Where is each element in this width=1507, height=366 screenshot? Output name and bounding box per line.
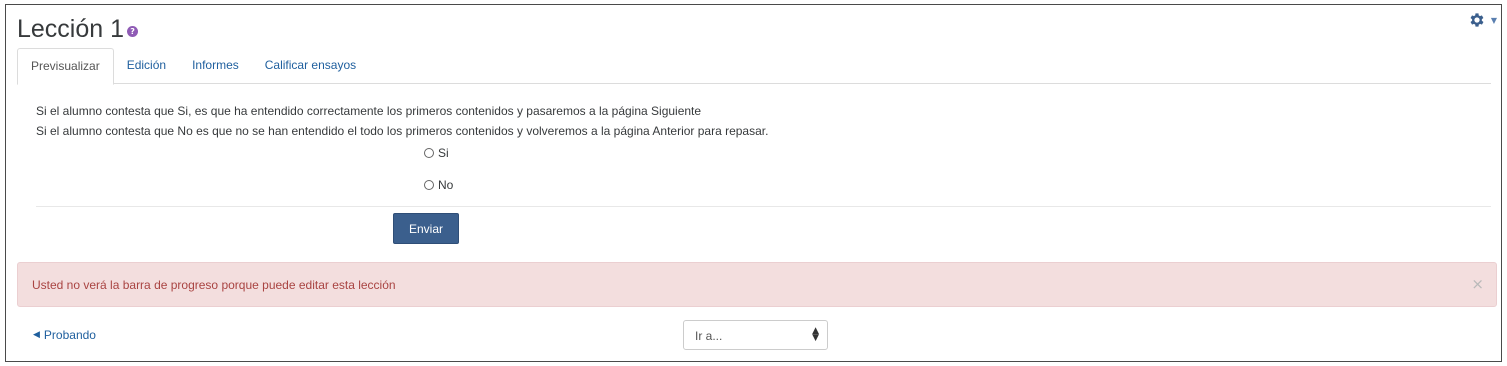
question-line-2: Si el alumno contesta que No es que no s… xyxy=(36,124,769,138)
tab-previsualizar[interactable]: Previsualizar xyxy=(17,48,114,85)
jump-to-value: Ir a... xyxy=(695,329,723,343)
progress-alert: Usted no verá la barra de progreso porqu… xyxy=(17,262,1497,307)
actions-menu[interactable]: ▼ xyxy=(1468,11,1497,29)
radio-icon[interactable] xyxy=(424,180,434,190)
question-line-1: Si el alumno contesta que Si, es que ha … xyxy=(36,104,702,118)
question-text: Si el alumno contesta que Si, es que ha … xyxy=(36,101,768,141)
radio-icon[interactable] xyxy=(424,148,434,158)
lesson-tabs: Previsualizar Edición Informes Calificar… xyxy=(17,48,1491,85)
option-label: Si xyxy=(438,146,449,160)
help-icon[interactable]: ? xyxy=(127,26,139,37)
arrow-left-icon: ◀ xyxy=(33,330,40,340)
updown-icon: ▲ ▼ xyxy=(812,326,819,343)
jump-to-select[interactable]: Ir a... ▲ ▼ xyxy=(683,320,828,350)
lesson-page: Lección 1 ? ▼ Previsualizar Edición Info… xyxy=(5,4,1502,362)
close-icon[interactable]: × xyxy=(1471,275,1484,293)
previous-page-label: Probando xyxy=(43,328,96,342)
tab-informes[interactable]: Informes xyxy=(179,48,252,84)
alert-text: Usted no verá la barra de progreso porqu… xyxy=(32,278,396,292)
option-label: No xyxy=(438,178,454,192)
previous-page-link[interactable]: ◀ Probando xyxy=(33,328,96,342)
page-header: Lección 1 ? xyxy=(17,15,139,44)
submit-button[interactable]: Enviar xyxy=(393,213,459,244)
option-si[interactable]: Si xyxy=(424,146,449,160)
page-title: Lección 1 xyxy=(17,15,125,43)
gear-icon[interactable] xyxy=(1468,11,1486,29)
option-no[interactable]: No xyxy=(424,178,453,192)
chevron-down-icon[interactable]: ▼ xyxy=(1491,16,1497,25)
tab-calificar-ensayos[interactable]: Calificar ensayos xyxy=(252,48,369,84)
tab-edicion[interactable]: Edición xyxy=(114,48,179,84)
divider xyxy=(36,206,1491,207)
